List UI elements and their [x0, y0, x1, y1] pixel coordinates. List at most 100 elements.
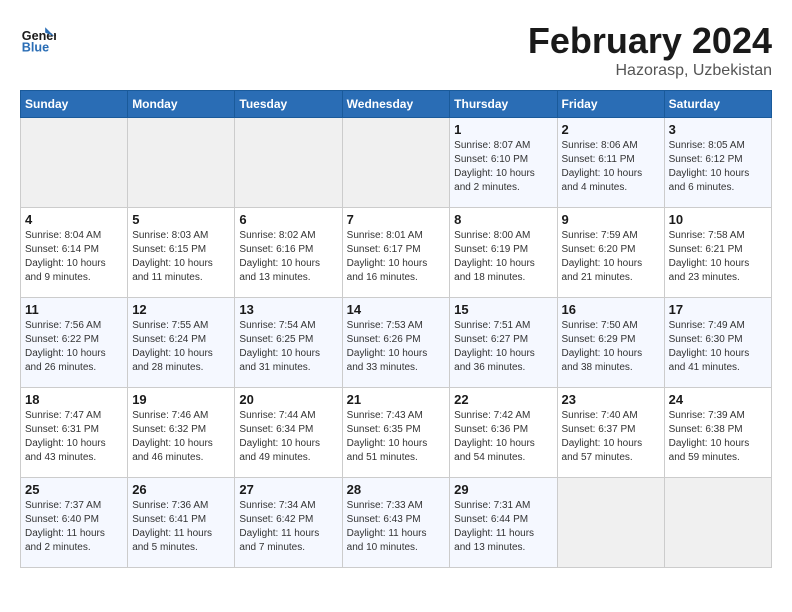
day-number: 10 [669, 212, 767, 227]
day-number: 23 [562, 392, 660, 407]
day-cell: 12Sunrise: 7:55 AM Sunset: 6:24 PM Dayli… [128, 298, 235, 388]
day-info: Sunrise: 7:47 AM Sunset: 6:31 PM Dayligh… [25, 409, 123, 465]
day-info: Sunrise: 7:44 AM Sunset: 6:34 PM Dayligh… [239, 409, 337, 465]
col-header-tuesday: Tuesday [235, 91, 342, 118]
day-cell: 23 Sunrise: 7:40 AM Sunset: 6:37 PM Dayli… [557, 388, 664, 478]
page-header: General Blue February 2024 Hazorasp, Uzb… [20, 20, 772, 80]
day-info: Sunrise: 8:05 AM Sunset: 6:12 PM Dayligh… [669, 139, 767, 195]
day-info: Sunrise: 7:42 AM Sunset: 6:36 PM Dayligh… [454, 409, 552, 465]
day-info: Sunrise: 8:03 AM Sunset: 6:15 PM Dayligh… [132, 229, 230, 285]
day-number: 28 [347, 482, 446, 497]
day-number: 11 [25, 302, 123, 317]
day-number: 21 [347, 392, 446, 407]
day-info: Sunrise: 7:59 AM Sunset: 6:20 PM Dayligh… [562, 229, 660, 285]
day-number: 4 [25, 212, 123, 227]
col-header-thursday: Thursday [450, 91, 557, 118]
day-cell: 6 Sunrise: 8:02 AM Sunset: 6:16 PM Daylig… [235, 208, 342, 298]
calendar-body: 1 Sunrise: 8:07 AM Sunset: 6:10 PM Daylig… [21, 118, 772, 568]
day-cell: 18Sunrise: 7:47 AM Sunset: 6:31 PM Dayli… [21, 388, 128, 478]
day-cell: 19Sunrise: 7:46 AM Sunset: 6:32 PM Dayli… [128, 388, 235, 478]
day-number: 25 [25, 482, 123, 497]
day-cell: 5 Sunrise: 8:03 AM Sunset: 6:15 PM Daylig… [128, 208, 235, 298]
day-number: 14 [347, 302, 446, 317]
day-number: 27 [239, 482, 337, 497]
day-info: Sunrise: 7:36 AM Sunset: 6:41 PM Dayligh… [132, 499, 230, 555]
day-cell [235, 118, 342, 208]
day-info: Sunrise: 7:34 AM Sunset: 6:42 PM Dayligh… [239, 499, 337, 555]
day-cell: 29 Sunrise: 7:31 AM Sunset: 6:44 PM Dayli… [450, 478, 557, 568]
day-number: 19 [132, 392, 230, 407]
day-cell: 16 Sunrise: 7:50 AM Sunset: 6:29 PM Dayli… [557, 298, 664, 388]
day-cell [128, 118, 235, 208]
day-cell: 28 Sunrise: 7:33 AM Sunset: 6:43 PM Dayli… [342, 478, 450, 568]
day-number: 8 [454, 212, 552, 227]
day-cell: 15 Sunrise: 7:51 AM Sunset: 6:27 PM Dayli… [450, 298, 557, 388]
day-info: Sunrise: 7:40 AM Sunset: 6:37 PM Dayligh… [562, 409, 660, 465]
day-cell: 13Sunrise: 7:54 AM Sunset: 6:25 PM Dayli… [235, 298, 342, 388]
day-cell: 17 Sunrise: 7:49 AM Sunset: 6:30 PM Dayli… [664, 298, 771, 388]
day-number: 24 [669, 392, 767, 407]
day-info: Sunrise: 7:31 AM Sunset: 6:44 PM Dayligh… [454, 499, 552, 555]
day-cell: 1 Sunrise: 8:07 AM Sunset: 6:10 PM Daylig… [450, 118, 557, 208]
day-number: 13 [239, 302, 337, 317]
day-info: Sunrise: 7:51 AM Sunset: 6:27 PM Dayligh… [454, 319, 552, 375]
day-number: 2 [562, 122, 660, 137]
day-info: Sunrise: 7:49 AM Sunset: 6:30 PM Dayligh… [669, 319, 767, 375]
day-cell: 9 Sunrise: 7:59 AM Sunset: 6:20 PM Daylig… [557, 208, 664, 298]
day-cell: 8 Sunrise: 8:00 AM Sunset: 6:19 PM Daylig… [450, 208, 557, 298]
day-number: 9 [562, 212, 660, 227]
day-cell [342, 118, 450, 208]
month-title: February 2024 [528, 20, 772, 62]
day-cell: 2 Sunrise: 8:06 AM Sunset: 6:11 PM Daylig… [557, 118, 664, 208]
title-area: February 2024 Hazorasp, Uzbekistan [528, 20, 772, 80]
logo: General Blue [20, 20, 56, 56]
day-number: 12 [132, 302, 230, 317]
day-info: Sunrise: 7:39 AM Sunset: 6:38 PM Dayligh… [669, 409, 767, 465]
day-number: 6 [239, 212, 337, 227]
day-cell [664, 478, 771, 568]
column-header-row: SundayMondayTuesdayWednesdayThursdayFrid… [21, 91, 772, 118]
day-info: Sunrise: 8:04 AM Sunset: 6:14 PM Dayligh… [25, 229, 123, 285]
col-header-monday: Monday [128, 91, 235, 118]
day-number: 1 [454, 122, 552, 137]
day-number: 29 [454, 482, 552, 497]
day-number: 5 [132, 212, 230, 227]
day-cell: 27 Sunrise: 7:34 AM Sunset: 6:42 PM Dayli… [235, 478, 342, 568]
day-number: 17 [669, 302, 767, 317]
day-cell: 3 Sunrise: 8:05 AM Sunset: 6:12 PM Daylig… [664, 118, 771, 208]
col-header-wednesday: Wednesday [342, 91, 450, 118]
day-cell [557, 478, 664, 568]
day-info: Sunrise: 8:00 AM Sunset: 6:19 PM Dayligh… [454, 229, 552, 285]
day-info: Sunrise: 7:58 AM Sunset: 6:21 PM Dayligh… [669, 229, 767, 285]
day-cell: 20 Sunrise: 7:44 AM Sunset: 6:34 PM Dayli… [235, 388, 342, 478]
day-info: Sunrise: 7:33 AM Sunset: 6:43 PM Dayligh… [347, 499, 446, 555]
day-info: Sunrise: 8:06 AM Sunset: 6:11 PM Dayligh… [562, 139, 660, 195]
day-info: Sunrise: 7:56 AM Sunset: 6:22 PM Dayligh… [25, 319, 123, 375]
day-cell: 26 Sunrise: 7:36 AM Sunset: 6:41 PM Dayli… [128, 478, 235, 568]
col-header-saturday: Saturday [664, 91, 771, 118]
day-cell: 24 Sunrise: 7:39 AM Sunset: 6:38 PM Dayli… [664, 388, 771, 478]
day-number: 20 [239, 392, 337, 407]
day-cell: 22Sunrise: 7:42 AM Sunset: 6:36 PM Dayli… [450, 388, 557, 478]
day-cell: 10 Sunrise: 7:58 AM Sunset: 6:21 PM Dayli… [664, 208, 771, 298]
col-header-friday: Friday [557, 91, 664, 118]
svg-text:Blue: Blue [22, 41, 49, 55]
day-number: 3 [669, 122, 767, 137]
day-info: Sunrise: 8:07 AM Sunset: 6:10 PM Dayligh… [454, 139, 552, 195]
day-cell: 25 Sunrise: 7:37 AM Sunset: 6:40 PM Dayli… [21, 478, 128, 568]
day-cell: 21Sunrise: 7:43 AM Sunset: 6:35 PM Dayli… [342, 388, 450, 478]
day-info: Sunrise: 7:37 AM Sunset: 6:40 PM Dayligh… [25, 499, 123, 555]
day-number: 7 [347, 212, 446, 227]
day-info: Sunrise: 8:01 AM Sunset: 6:17 PM Dayligh… [347, 229, 446, 285]
day-info: Sunrise: 7:50 AM Sunset: 6:29 PM Dayligh… [562, 319, 660, 375]
week-row-3: 11 Sunrise: 7:56 AM Sunset: 6:22 PM Dayli… [21, 298, 772, 388]
day-number: 16 [562, 302, 660, 317]
day-number: 15 [454, 302, 552, 317]
day-number: 26 [132, 482, 230, 497]
week-row-5: 25 Sunrise: 7:37 AM Sunset: 6:40 PM Dayli… [21, 478, 772, 568]
day-info: Sunrise: 7:53 AM Sunset: 6:26 PM Dayligh… [347, 319, 446, 375]
col-header-sunday: Sunday [21, 91, 128, 118]
day-info: Sunrise: 8:02 AM Sunset: 6:16 PM Dayligh… [239, 229, 337, 285]
day-cell: 4 Sunrise: 8:04 AM Sunset: 6:14 PM Daylig… [21, 208, 128, 298]
logo-icon: General Blue [20, 20, 56, 56]
